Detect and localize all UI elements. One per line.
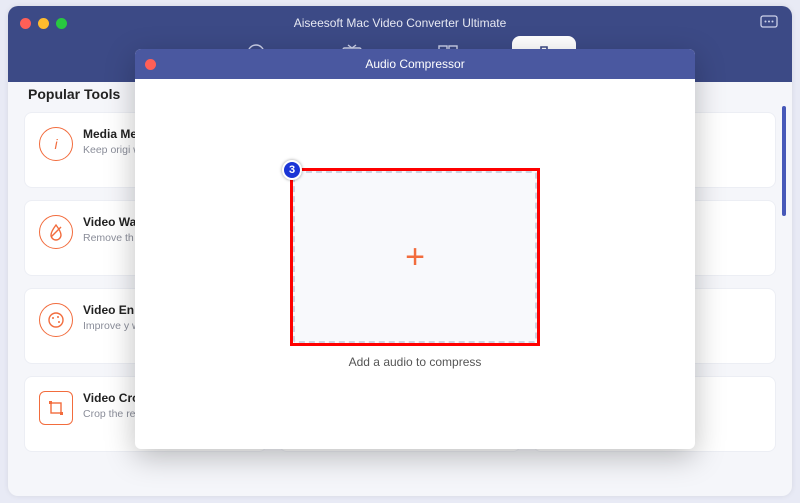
feedback-icon[interactable] (758, 14, 780, 32)
window-controls (20, 18, 67, 29)
modal-titlebar: Audio Compressor (135, 49, 695, 79)
modal-body: + 3 Add a audio to compress (135, 79, 695, 449)
scrollbar[interactable] (782, 106, 786, 406)
window-title: Aiseesoft Mac Video Converter Ultimate (8, 16, 792, 30)
minimize-window-button[interactable] (38, 18, 49, 29)
maximize-window-button[interactable] (56, 18, 67, 29)
svg-text:i: i (54, 136, 58, 152)
dropzone-container: + 3 (293, 171, 537, 343)
annotation-badge: 3 (282, 160, 302, 180)
add-audio-dropzone[interactable]: + (293, 171, 537, 343)
plus-icon: + (405, 240, 425, 274)
crop-icon (39, 391, 73, 425)
modal-title: Audio Compressor (135, 57, 695, 71)
palette-icon (39, 303, 73, 337)
info-icon: i (39, 127, 73, 161)
audio-compressor-window: Audio Compressor + 3 Add a audio to comp… (135, 49, 695, 449)
dropzone-label: Add a audio to compress (349, 355, 482, 369)
main-titlebar: Aiseesoft Mac Video Converter Ultimate (8, 6, 792, 40)
droplet-icon (39, 215, 73, 249)
scrollbar-thumb[interactable] (782, 106, 786, 216)
close-modal-button[interactable] (145, 59, 156, 70)
close-window-button[interactable] (20, 18, 31, 29)
